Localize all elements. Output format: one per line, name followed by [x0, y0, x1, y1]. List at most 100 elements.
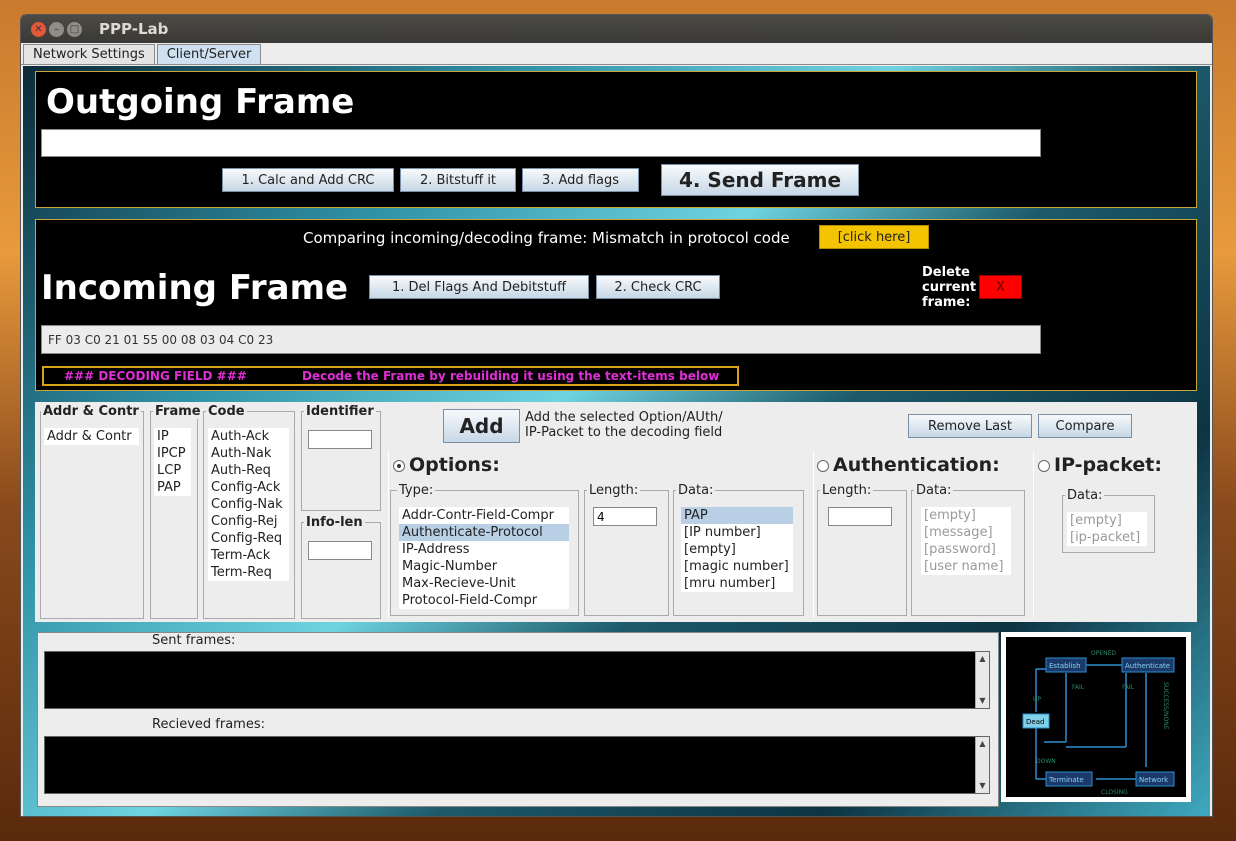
client-server-panel: Outgoing Frame 1. Calc and Add CRC 2. Bi… [23, 66, 1210, 816]
list-item[interactable]: [empty] [921, 507, 1011, 524]
list-item[interactable]: Config-Rej [208, 513, 289, 530]
window-title: PPP-Lab [99, 20, 169, 38]
send-frame-button[interactable]: 4. Send Frame [661, 164, 859, 196]
edge-label-fail-1: FAIL [1072, 684, 1085, 691]
minimize-window-button[interactable]: – [49, 21, 64, 37]
auth-length-input[interactable] [828, 507, 892, 526]
scroll-up-icon[interactable]: ▲ [976, 652, 989, 666]
ppp-diagram-svg: Establish Authenticate Dead Terminate Ne… [1006, 637, 1186, 797]
ip-radio[interactable] [1038, 460, 1050, 472]
list-item[interactable]: [empty] [1067, 512, 1147, 529]
sent-frames-scrollbar[interactable]: ▲ ▼ [975, 652, 989, 708]
list-item[interactable]: Protocol-Field-Compr [399, 592, 569, 609]
list-item[interactable]: Term-Req [208, 564, 289, 581]
list-item[interactable]: [magic number] [681, 558, 793, 575]
list-item[interactable]: IPCP [154, 445, 191, 462]
code-list[interactable]: Auth-Ack Auth-Nak Auth-Req Config-Ack Co… [208, 428, 289, 581]
list-item[interactable]: Authenticate-Protocol [399, 524, 569, 541]
calc-crc-button[interactable]: 1. Calc and Add CRC [222, 168, 394, 192]
list-item[interactable]: [password] [921, 541, 1011, 558]
maximize-window-button[interactable]: □ [67, 21, 82, 37]
list-item[interactable]: Auth-Req [208, 462, 289, 479]
decoding-field-hint: Decode the Frame by rebuilding it using … [302, 369, 720, 383]
remove-last-button[interactable]: Remove Last [908, 414, 1032, 438]
options-title: Options: [409, 454, 500, 476]
list-item[interactable]: Config-Nak [208, 496, 289, 513]
state-label-authenticate: Authenticate [1125, 662, 1170, 670]
identifier-input[interactable] [308, 430, 372, 449]
app-window: ✕ – □ PPP-Lab Network Settings Client/Se… [20, 14, 1213, 817]
compare-button[interactable]: Compare [1038, 414, 1132, 438]
add-description-line-1: Add the selected Option/AUth/ [525, 410, 723, 425]
addr-contr-list[interactable]: Addr & Contr [44, 428, 139, 445]
state-label-network: Network [1139, 776, 1169, 784]
ip-data-label: Data: [1065, 488, 1105, 503]
list-item[interactable]: Auth-Ack [208, 428, 289, 445]
list-item[interactable]: IP-Address [399, 541, 569, 558]
list-item[interactable]: [mru number] [681, 575, 793, 592]
sent-frames-label: Sent frames: [152, 633, 236, 648]
check-crc-button[interactable]: 2. Check CRC [596, 275, 720, 299]
frame-list[interactable]: IP IPCP LCP PAP [154, 428, 191, 496]
delete-frame-button[interactable]: X [979, 275, 1022, 299]
list-item[interactable]: Term-Ack [208, 547, 289, 564]
click-here-button[interactable]: [click here] [819, 225, 929, 249]
options-length-input[interactable]: 4 [593, 507, 657, 526]
delete-label-line-3: frame: [922, 295, 971, 310]
list-item[interactable]: Max-Recieve-Unit [399, 575, 569, 592]
list-item[interactable]: IP [154, 428, 191, 445]
list-item[interactable]: Config-Req [208, 530, 289, 547]
tab-network-settings[interactable]: Network Settings [23, 44, 155, 64]
list-item[interactable]: [empty] [681, 541, 793, 558]
received-frames-area[interactable]: ▲ ▼ [44, 736, 990, 794]
close-window-button[interactable]: ✕ [31, 21, 46, 37]
scroll-up-icon[interactable]: ▲ [976, 737, 989, 751]
decoding-field-label: ### DECODING FIELD ### [64, 369, 247, 383]
sent-frames-area[interactable]: ▲ ▼ [44, 651, 990, 709]
options-length-label: Length: [587, 483, 641, 498]
addr-contr-title: Addr & Contr [41, 404, 141, 419]
list-item[interactable]: [message] [921, 524, 1011, 541]
incoming-frame-field[interactable]: FF 03 C0 21 01 55 00 08 03 04 C0 23 [41, 325, 1041, 354]
tab-client-server[interactable]: Client/Server [156, 44, 262, 64]
list-item[interactable]: PAP [681, 507, 793, 524]
list-item[interactable]: [user name] [921, 558, 1011, 575]
edge-label-up: UP [1033, 696, 1041, 703]
tab-bar: Network Settings Client/Server [21, 43, 1212, 65]
ip-data-list[interactable]: [empty] [ip-packet] [1067, 512, 1147, 546]
infolen-input[interactable] [308, 541, 372, 560]
infolen-title: Info-len [304, 515, 365, 530]
auth-length-label: Length: [820, 483, 874, 498]
list-item[interactable]: LCP [154, 462, 191, 479]
received-frames-scrollbar[interactable]: ▲ ▼ [975, 737, 989, 793]
state-label-establish: Establish [1049, 662, 1081, 670]
bitstuff-button[interactable]: 2. Bitstuff it [400, 168, 516, 192]
list-item[interactable]: [ip-packet] [1067, 529, 1147, 546]
frame-log-panel: Sent frames: ▲ ▼ Recieved frames: ▲ ▼ [37, 632, 999, 807]
list-item[interactable]: Addr & Contr [44, 428, 139, 445]
scroll-down-icon[interactable]: ▼ [976, 779, 989, 793]
options-radio[interactable] [393, 460, 405, 472]
add-flags-button[interactable]: 3. Add flags [522, 168, 639, 192]
list-item[interactable]: [IP number] [681, 524, 793, 541]
list-item[interactable]: PAP [154, 479, 191, 496]
list-item[interactable]: Addr-Contr-Field-Compr [399, 507, 569, 524]
list-item[interactable]: Auth-Nak [208, 445, 289, 462]
add-button[interactable]: Add [443, 409, 520, 443]
received-frames-label: Recieved frames: [152, 717, 265, 732]
list-item[interactable]: Config-Ack [208, 479, 289, 496]
options-data-label: Data: [676, 483, 716, 498]
delete-label-line-2: current [922, 280, 977, 295]
outgoing-frame-panel: Outgoing Frame 1. Calc and Add CRC 2. Bi… [35, 71, 1197, 208]
auth-data-list[interactable]: [empty] [message] [password] [user name] [921, 507, 1011, 575]
edge-label-closing: CLOSING [1101, 789, 1128, 796]
auth-radio[interactable] [817, 460, 829, 472]
options-data-list[interactable]: PAP [IP number] [empty] [magic number] [… [681, 507, 793, 592]
list-item[interactable]: Magic-Number [399, 558, 569, 575]
del-flags-debitstuff-button[interactable]: 1. Del Flags And Debitstuff [369, 275, 589, 299]
scroll-down-icon[interactable]: ▼ [976, 694, 989, 708]
outgoing-frame-field[interactable] [41, 129, 1041, 157]
options-type-list[interactable]: Addr-Contr-Field-Compr Authenticate-Prot… [399, 507, 569, 609]
title-bar: ✕ – □ PPP-Lab [21, 15, 1212, 43]
auth-title: Authentication: [833, 454, 1000, 476]
